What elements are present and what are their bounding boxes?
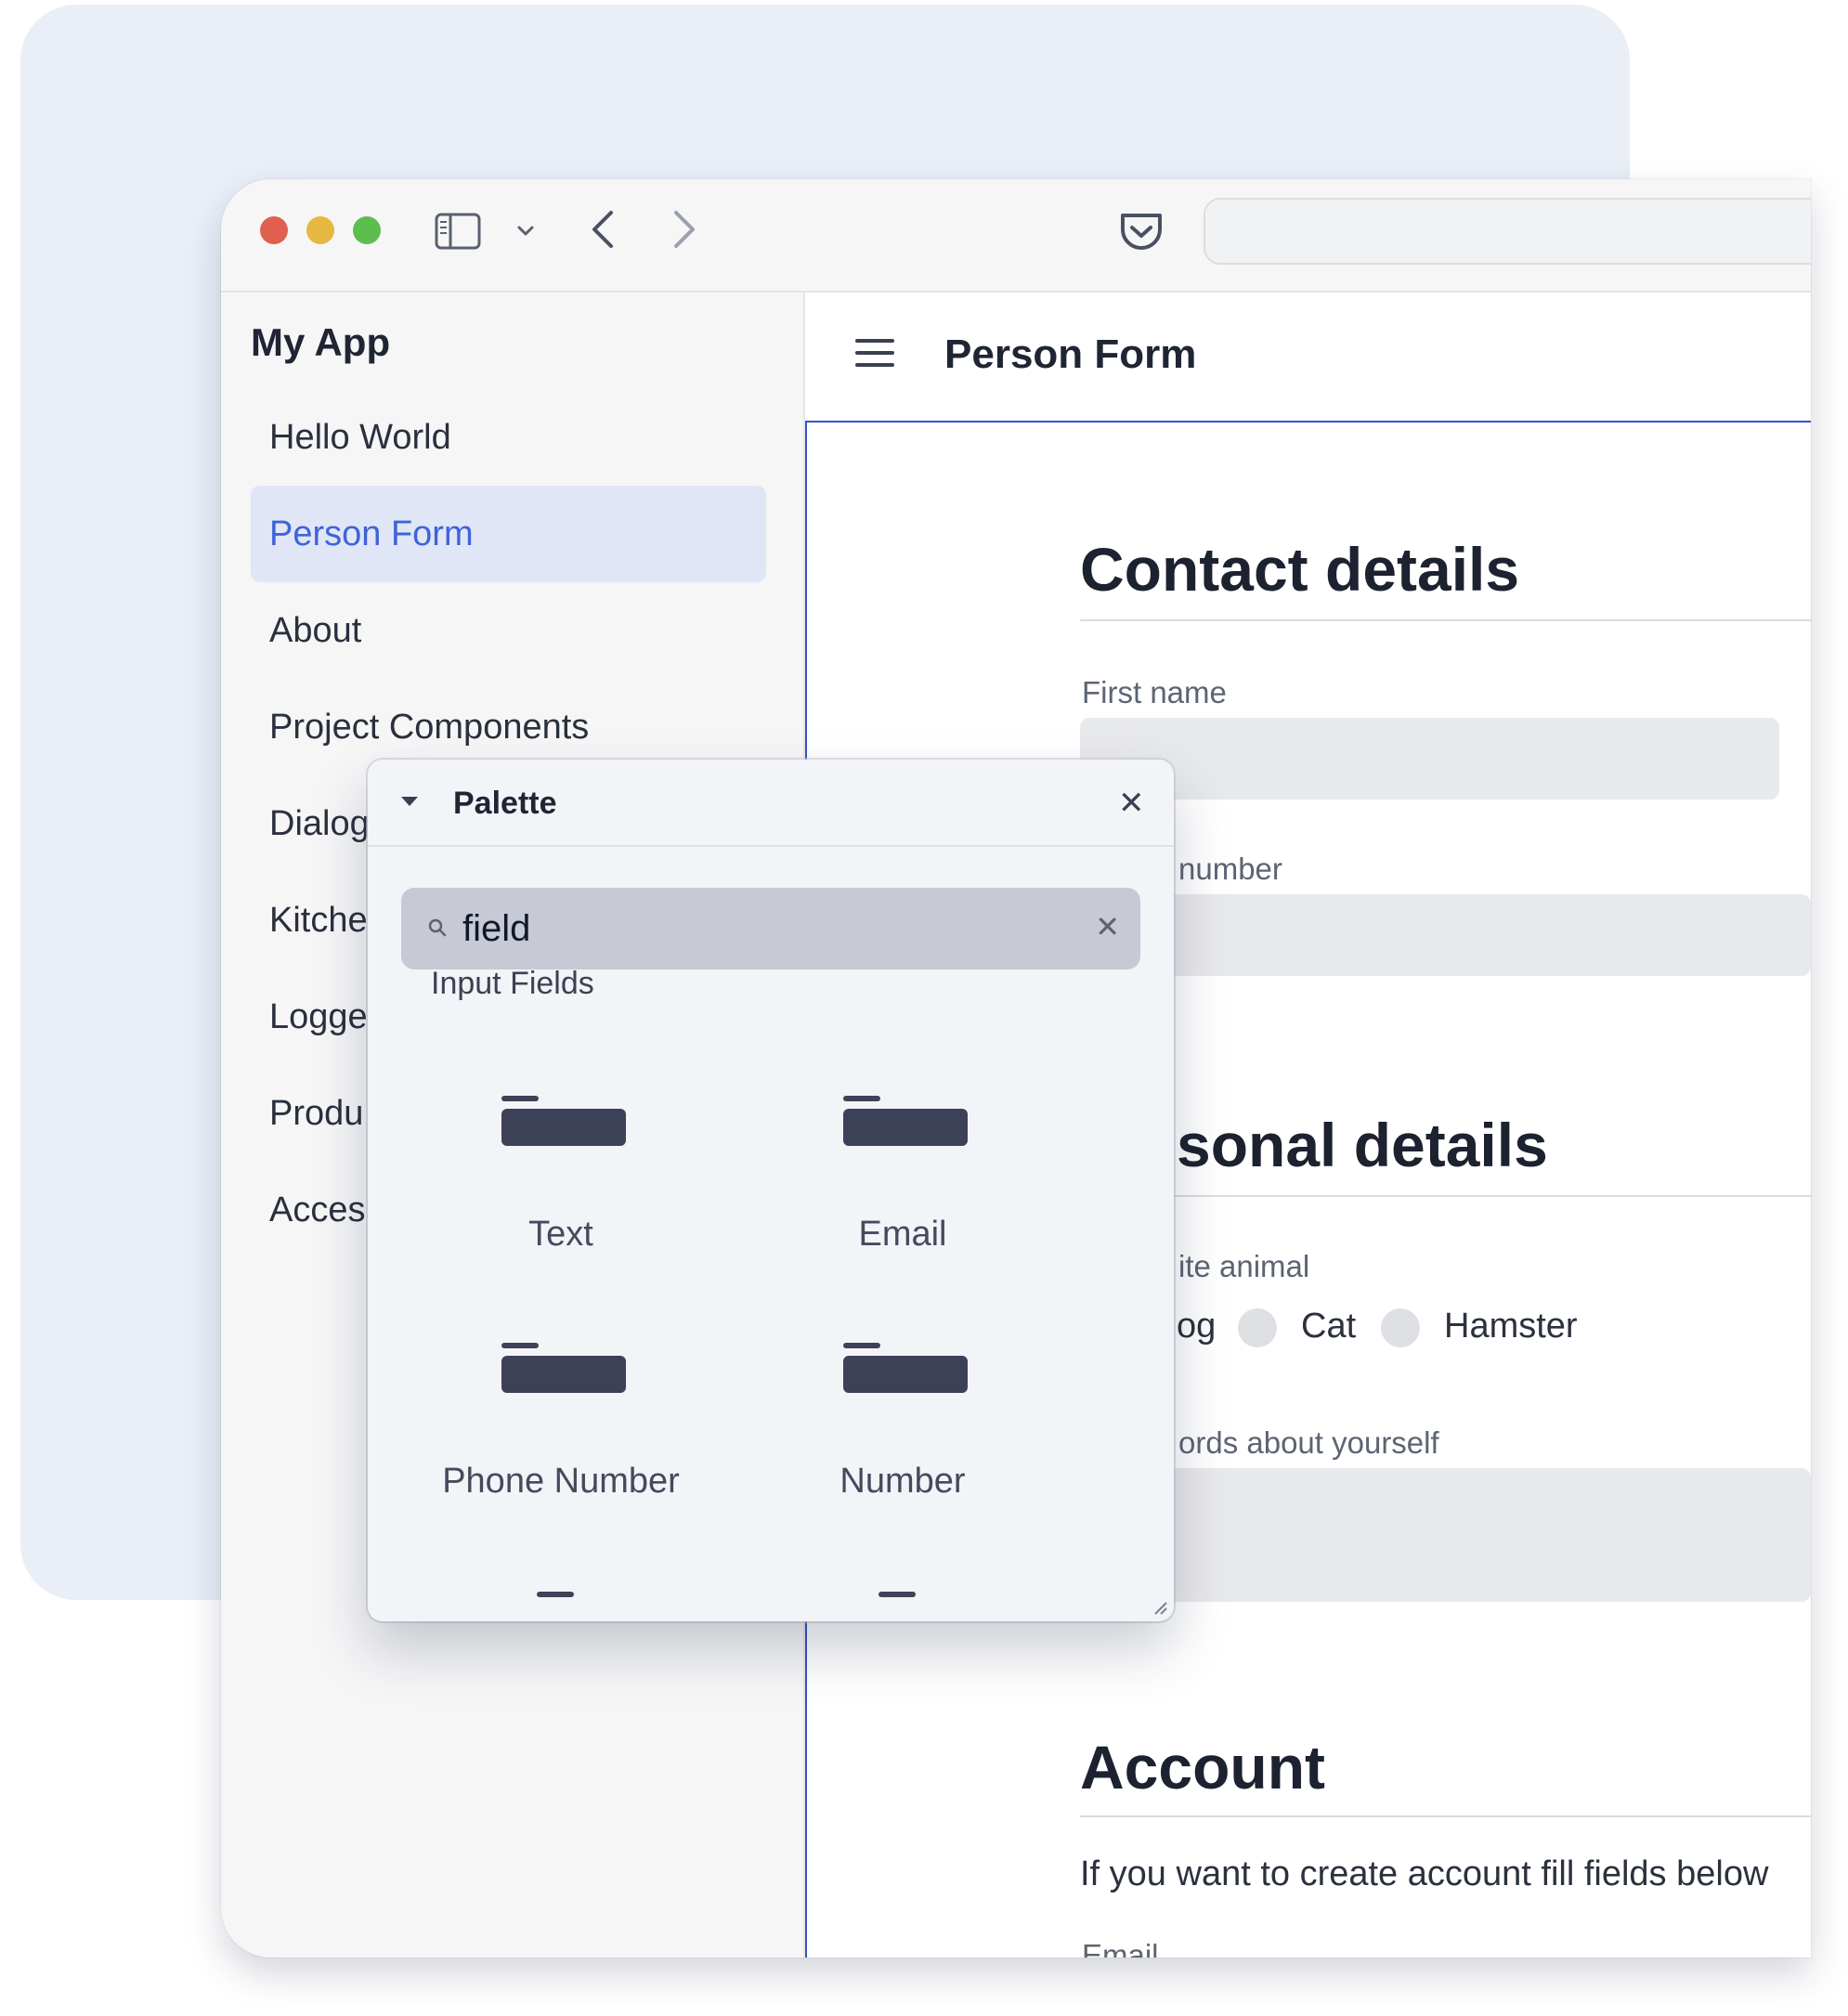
radio-cat[interactable]: [1238, 1308, 1277, 1347]
field-chip-label-icon: [501, 1096, 539, 1101]
sidebar-item-about[interactable]: About: [251, 582, 766, 679]
palette-group-label: Input Fields: [431, 966, 594, 1001]
email-field-icon: [843, 1109, 968, 1146]
radio-label-dog: og: [1177, 1307, 1217, 1346]
forward-arrow-icon[interactable]: [670, 207, 698, 252]
palette-item-email[interactable]: Email: [763, 1096, 1042, 1300]
palette-item-text[interactable]: Text: [422, 1096, 700, 1300]
back-arrow-icon[interactable]: [589, 207, 617, 252]
palette-search[interactable]: field ✕: [401, 888, 1140, 969]
field-chip-label-icon: [537, 1592, 574, 1597]
email-label: Email: [1082, 1938, 1159, 1957]
contact-details-heading: Contact details: [1080, 535, 1520, 604]
field-chip-label-icon: [878, 1592, 916, 1597]
palette-item-label: Number: [839, 1462, 966, 1501]
number-field-icon: [843, 1356, 968, 1393]
first-name-label: First name: [1082, 675, 1227, 709]
phone-number-input[interactable]: [1080, 894, 1811, 976]
pocket-icon[interactable]: [1118, 211, 1165, 254]
address-bar[interactable]: [1204, 198, 1811, 265]
field-chip-label-icon: [843, 1096, 880, 1101]
palette-item-label: Phone Number: [442, 1462, 680, 1501]
zoom-window-icon[interactable]: [353, 216, 381, 244]
main-header: Person Form: [805, 293, 1811, 423]
first-name-input[interactable]: [1080, 718, 1779, 800]
radio-label-hamster: Hamster: [1444, 1307, 1578, 1346]
search-icon: [428, 918, 447, 937]
palette-title: Palette: [453, 786, 557, 821]
sidebar-item-hello-world[interactable]: Hello World: [251, 389, 766, 486]
section-divider: [1080, 1195, 1811, 1197]
browser-toolbar: [221, 179, 1811, 293]
clear-search-icon[interactable]: ✕: [1095, 912, 1120, 942]
minimize-window-icon[interactable]: [306, 216, 334, 244]
palette-item-phone-number[interactable]: Phone Number: [422, 1343, 700, 1547]
chevron-down-icon[interactable]: [516, 224, 535, 239]
page-title: Person Form: [944, 332, 1197, 377]
account-heading: Account: [1080, 1733, 1325, 1801]
sidebar-item-person-form[interactable]: Person Form: [251, 486, 766, 582]
close-icon[interactable]: ✕: [1118, 787, 1145, 819]
field-chip-label-icon: [843, 1343, 880, 1348]
text-field-icon: [501, 1109, 626, 1146]
phone-number-label: number: [1178, 852, 1282, 886]
sidebar-toggle-icon[interactable]: [435, 213, 481, 250]
palette-panel[interactable]: Palette ✕ Input Fields field ✕ Text Emai…: [368, 760, 1174, 1621]
palette-header: Palette ✕: [368, 760, 1174, 847]
radio-label-cat: Cat: [1301, 1307, 1357, 1346]
close-window-icon[interactable]: [260, 216, 288, 244]
account-description: If you want to create account fill field…: [1080, 1854, 1769, 1893]
section-divider: [1080, 619, 1811, 621]
field-chip-label-icon: [501, 1343, 539, 1348]
app-title: My App: [251, 320, 391, 364]
resize-handle-icon[interactable]: [1152, 1599, 1168, 1616]
favourite-animal-label: ite animal: [1178, 1249, 1310, 1283]
palette-item-number[interactable]: Number: [763, 1343, 1042, 1547]
palette-item-label: Text: [528, 1215, 593, 1254]
radio-hamster[interactable]: [1381, 1308, 1420, 1347]
about-yourself-label: ords about yourself: [1178, 1425, 1439, 1460]
personal-details-heading: sonal details: [1177, 1111, 1548, 1179]
about-yourself-textarea[interactable]: [1080, 1468, 1811, 1602]
phone-field-icon: [501, 1356, 626, 1393]
collapse-caret-icon[interactable]: [399, 795, 420, 808]
section-divider: [1080, 1815, 1811, 1817]
hamburger-menu-icon[interactable]: [855, 337, 894, 369]
palette-item-label: Email: [858, 1215, 947, 1254]
palette-search-input[interactable]: field: [462, 908, 530, 950]
